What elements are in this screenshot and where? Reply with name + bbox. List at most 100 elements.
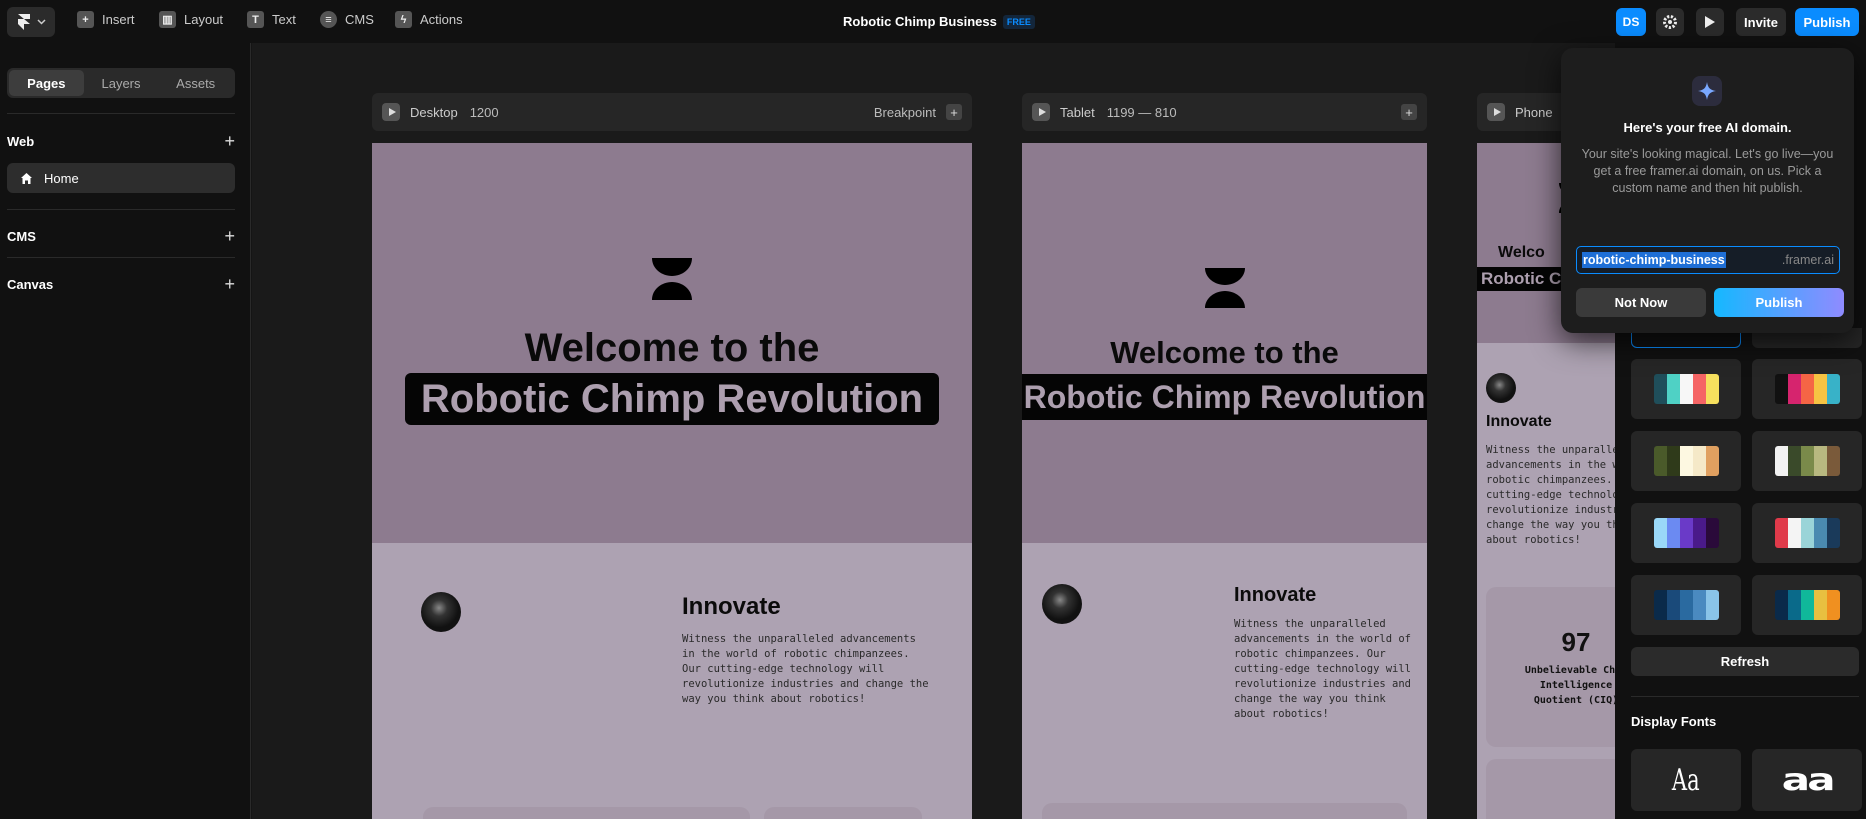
color-swatch <box>1787 446 1801 476</box>
font-option-card[interactable]: aa <box>1752 749 1862 811</box>
color-swatch <box>1800 590 1814 620</box>
color-swatch <box>1826 590 1840 620</box>
hourglass-logo-icon <box>1205 268 1245 308</box>
settings-button[interactable] <box>1656 8 1684 36</box>
layout-icon: ▥ <box>159 11 176 28</box>
color-swatch <box>1666 446 1680 476</box>
popup-body: Your site's looking magical. Let's go li… <box>1581 147 1834 195</box>
robot-chimp-avatar <box>1486 373 1516 403</box>
palette-card[interactable] <box>1631 503 1741 563</box>
color-swatch <box>1813 590 1827 620</box>
display-fonts-heading: Display Fonts <box>1631 714 1717 729</box>
insert-button[interactable]: + Insert <box>77 11 135 28</box>
tab-assets[interactable]: Assets <box>158 70 233 96</box>
tab-layers[interactable]: Layers <box>84 70 159 96</box>
play-icon[interactable] <box>1032 103 1050 121</box>
tab-pages[interactable]: Pages <box>9 70 84 96</box>
user-avatar[interactable]: DS <box>1616 8 1646 36</box>
palette-card[interactable] <box>1631 431 1741 491</box>
section-canvas: Canvas + <box>7 274 235 295</box>
feature-card <box>1042 803 1407 819</box>
palette-swatches <box>1774 518 1840 548</box>
cms-button[interactable]: ≡ CMS <box>320 11 374 28</box>
color-swatch <box>1774 374 1788 404</box>
project-title[interactable]: Robotic Chimp Business FREE <box>843 14 1035 29</box>
sidebar-item-home[interactable]: Home <box>7 163 235 193</box>
color-swatch <box>1692 446 1706 476</box>
palette-swatches <box>1653 518 1719 548</box>
hourglass-logo-icon <box>652 258 692 300</box>
palette-card[interactable] <box>1752 575 1862 635</box>
color-swatch <box>1653 374 1667 404</box>
play-icon[interactable] <box>1487 103 1505 121</box>
color-swatch <box>1800 374 1814 404</box>
play-icon[interactable] <box>382 103 400 121</box>
tablet-frame[interactable]: Welcome to the Robotic Chimp Revolution … <box>1022 143 1427 819</box>
invite-button[interactable]: Invite <box>1736 8 1786 36</box>
desktop-breakpoint-header[interactable]: Desktop 1200 Breakpoint + <box>372 93 972 131</box>
publish-button[interactable]: Publish <box>1795 8 1859 36</box>
gear-icon <box>1663 15 1677 29</box>
chevron-down-icon <box>36 19 46 25</box>
refresh-button[interactable]: Refresh <box>1631 647 1859 676</box>
text-button[interactable]: T Text <box>247 11 296 28</box>
color-swatch <box>1787 590 1801 620</box>
domain-input[interactable]: robotic-chimp-business .framer.ai <box>1576 246 1840 274</box>
palette-card[interactable] <box>1631 575 1741 635</box>
color-swatch <box>1800 446 1814 476</box>
color-swatch <box>1800 518 1814 548</box>
color-swatch <box>1692 518 1706 548</box>
palette-card[interactable] <box>1752 503 1862 563</box>
stat-value: 97 <box>1561 627 1591 657</box>
tablet-breakpoint-header[interactable]: Tablet 1199 — 810 + <box>1022 93 1427 131</box>
font-option-card[interactable]: Aa <box>1631 749 1741 811</box>
color-swatch <box>1679 590 1693 620</box>
add-icon[interactable]: + <box>1401 104 1417 120</box>
section-web: Web + <box>7 131 235 152</box>
bolt-icon: ϟ <box>395 11 412 28</box>
color-swatch <box>1787 518 1801 548</box>
color-swatch <box>1774 446 1788 476</box>
framer-menu-button[interactable] <box>7 7 55 37</box>
plan-badge: FREE <box>1002 14 1035 29</box>
color-swatch <box>1692 590 1706 620</box>
play-icon <box>1705 16 1715 28</box>
layout-button[interactable]: ▥ Layout <box>159 11 223 28</box>
hero-title: Welcome to the <box>1110 335 1339 370</box>
framer-logo-icon <box>17 14 30 30</box>
robot-chimp-avatar <box>421 592 461 632</box>
domain-suffix: .framer.ai <box>1781 253 1834 267</box>
innovate-text: Witness the unparalleled advancements in… <box>682 633 929 705</box>
innovate-text: Witness the unparallel advancements in t… <box>1486 444 1617 546</box>
top-toolbar: + Insert ▥ Layout T Text ≡ CMS ϟ Actions Robo… <box>0 0 1866 43</box>
feature-card <box>423 807 750 819</box>
color-swatch <box>1679 374 1693 404</box>
palette-card[interactable] <box>1752 359 1862 419</box>
palette-swatches <box>1653 374 1719 404</box>
color-swatch <box>1774 518 1788 548</box>
divider <box>7 209 235 210</box>
desktop-frame[interactable]: Welcome to the Robotic Chimp Revolution … <box>372 143 972 819</box>
actions-button[interactable]: ϟ Actions <box>395 11 463 28</box>
palette-swatches <box>1774 590 1840 620</box>
palette-card[interactable] <box>1752 431 1862 491</box>
left-sidebar: Pages Layers Assets Web + Home CMS + Can… <box>0 43 251 819</box>
hero-headline: Robotic Chimp Revolution <box>1022 374 1427 420</box>
publish-domain-popup: Here's your free AI domain. Your site's … <box>1561 48 1854 333</box>
color-swatch <box>1813 446 1827 476</box>
preview-button[interactable] <box>1696 8 1724 36</box>
feature-card <box>764 807 922 819</box>
innovate-text: Witness the unparalleled advancements in… <box>1234 618 1412 720</box>
domain-value: robotic-chimp-business <box>1582 252 1726 268</box>
popup-publish-button[interactable]: Publish <box>1714 288 1844 317</box>
feature-card <box>1486 759 1617 819</box>
color-swatch <box>1666 374 1680 404</box>
divider <box>7 113 235 114</box>
add-page-icon[interactable]: + <box>224 131 235 152</box>
add-breakpoint-icon[interactable]: + <box>946 104 962 120</box>
not-now-button[interactable]: Not Now <box>1576 288 1706 317</box>
add-collection-icon[interactable]: + <box>224 226 235 247</box>
palette-card[interactable] <box>1631 359 1741 419</box>
add-canvas-icon[interactable]: + <box>224 274 235 295</box>
palette-swatches <box>1774 446 1840 476</box>
